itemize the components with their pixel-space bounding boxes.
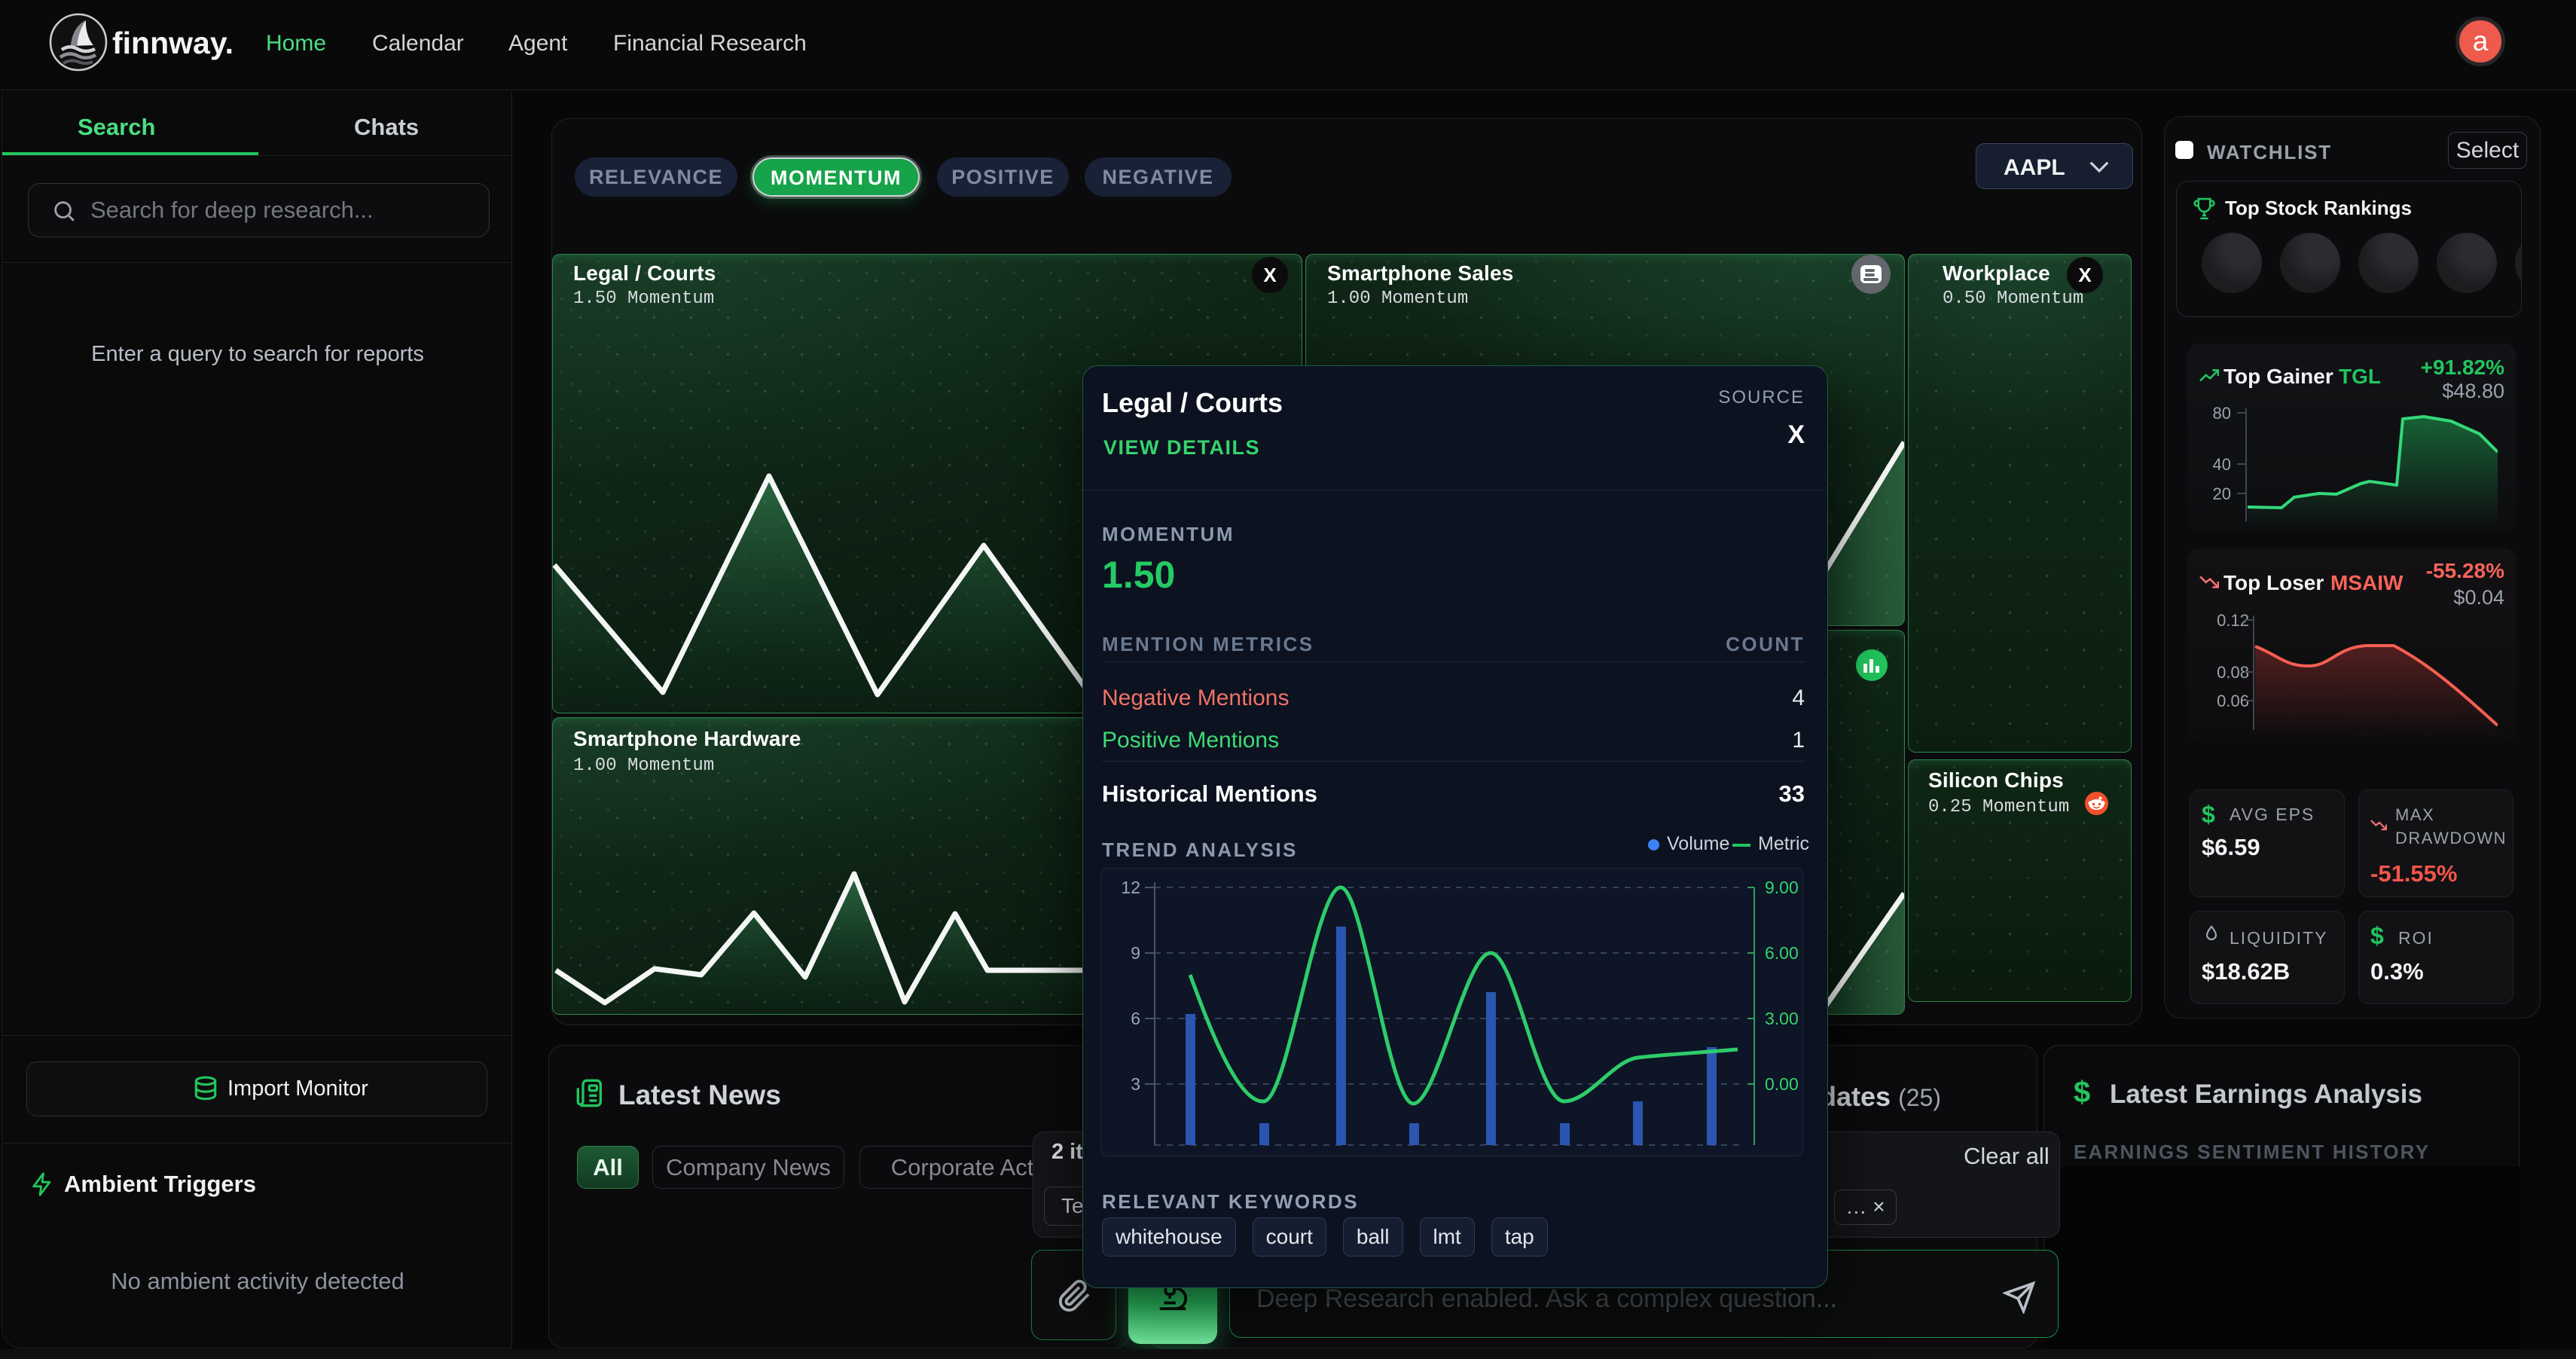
svg-text:3.00: 3.00 xyxy=(1765,1009,1799,1028)
svg-text:20: 20 xyxy=(2213,484,2231,503)
svg-text:3: 3 xyxy=(1131,1074,1140,1094)
svg-text:0.00: 0.00 xyxy=(1765,1074,1799,1094)
svg-text:9.00: 9.00 xyxy=(1765,878,1799,897)
svg-text:80: 80 xyxy=(2213,405,2231,423)
svg-text:40: 40 xyxy=(2213,455,2231,474)
svg-text:9: 9 xyxy=(1131,943,1140,963)
svg-text:0.06: 0.06 xyxy=(2217,692,2249,710)
svg-text:6: 6 xyxy=(1131,1009,1140,1028)
svg-text:12: 12 xyxy=(1121,878,1140,897)
svg-text:0.12: 0.12 xyxy=(2217,611,2249,630)
svg-text:0.08: 0.08 xyxy=(2217,663,2249,682)
svg-text:6.00: 6.00 xyxy=(1765,943,1799,963)
